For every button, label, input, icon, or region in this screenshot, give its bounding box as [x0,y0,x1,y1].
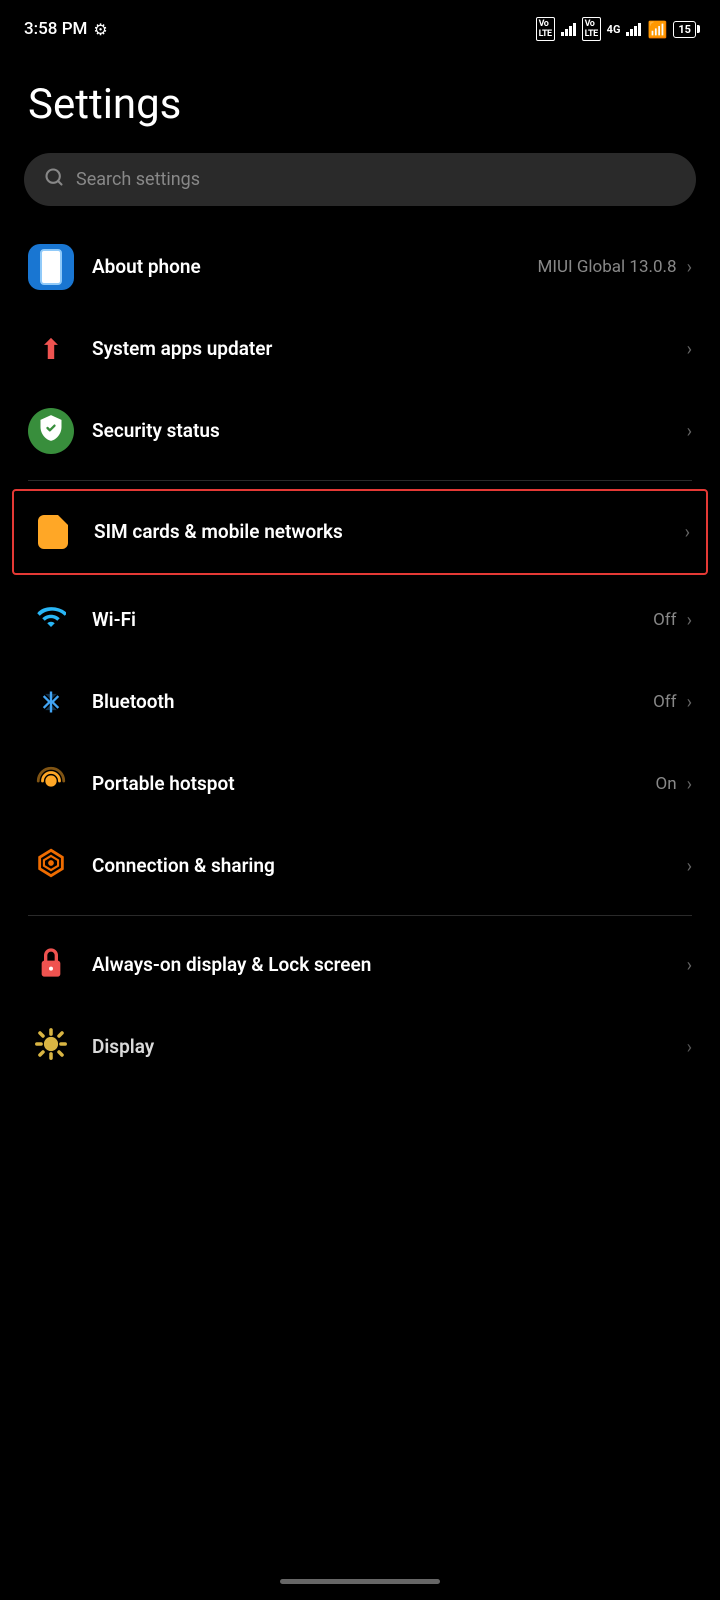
display-chevron: › [687,1037,692,1058]
settings-item-connection[interactable]: Connection & sharing › [0,825,720,907]
connection-chevron: › [687,856,692,877]
display-icon-container [28,1024,74,1070]
shield-icon [37,414,65,449]
hotspot-label: Portable hotspot [92,772,235,795]
bluetooth-chevron: › [687,692,692,713]
wifi-icon [36,602,66,639]
hotspot-icon [34,764,68,804]
search-bar[interactable]: Search settings [24,153,696,206]
about-phone-label: About phone [92,255,201,278]
sim-cards-label: SIM cards & mobile networks [94,520,343,543]
hotspot-chevron: › [687,774,692,795]
hotspot-right: On › [656,774,693,795]
connection-sharing-icon [34,846,68,886]
always-on-right: › [687,955,692,976]
bluetooth-right: Off › [653,692,692,713]
wifi-chevron: › [687,610,692,631]
security-status-icon-bg [28,408,74,454]
display-icon [34,1027,68,1067]
sim-cards-right: › [685,522,690,543]
bluetooth-value: Off [653,692,677,712]
always-on-content: Always-on display & Lock screen [92,953,687,978]
network-4g: 4G [607,23,621,36]
about-phone-right: MIUI Global 13.0.8 › [538,257,692,278]
search-icon [44,167,64,192]
display-content: Display [92,1035,687,1060]
settings-item-bluetooth[interactable]: Bluetooth Off › [0,661,720,743]
always-on-label: Always-on display & Lock screen [92,953,371,976]
bluetooth-content: Bluetooth [92,690,653,715]
settings-item-wifi[interactable]: Wi-Fi Off › [0,579,720,661]
settings-item-security-status[interactable]: Security status › [0,390,720,472]
hotspot-content: Portable hotspot [92,772,656,797]
wifi-right: Off › [653,610,692,631]
system-apps-chevron: › [687,339,692,360]
status-icons: VoLTE VoLTE 4G 📶 15 [536,17,696,41]
about-phone-icon [28,244,74,290]
hotspot-icon-container [28,761,74,807]
signal-bars-2 [626,22,641,36]
connection-label: Connection & sharing [92,854,275,877]
search-placeholder: Search settings [76,169,200,190]
search-container: Search settings [0,139,720,226]
connection-icon-container [28,843,74,889]
sim-cards-content: SIM cards & mobile networks [94,520,685,545]
battery-indicator: 15 [673,21,696,38]
divider-2 [28,915,692,916]
wifi-value: Off [653,610,677,630]
status-bar: 3:58 PM ⚙ VoLTE VoLTE 4G 📶 15 [0,0,720,50]
security-status-right: › [687,421,692,442]
bottom-bar [0,1567,720,1600]
connection-right: › [687,856,692,877]
security-status-content: Security status [92,419,687,444]
settings-item-hotspot[interactable]: Portable hotspot On › [0,743,720,825]
connection-content: Connection & sharing [92,854,687,879]
page-header: Settings [0,50,720,139]
bluetooth-label: Bluetooth [92,690,174,713]
gear-icon: ⚙ [93,20,107,39]
wifi-content: Wi-Fi [92,608,653,633]
system-apps-label: System apps updater [92,337,272,360]
settings-list: About phone MIUI Global 13.0.8 › ⬆ Syste… [0,226,720,1088]
settings-item-always-on[interactable]: Always-on display & Lock screen › [0,924,720,1006]
volte-badge-2: VoLTE [582,17,601,41]
settings-item-about-phone[interactable]: About phone MIUI Global 13.0.8 › [0,226,720,308]
lock-icon [35,944,67,986]
settings-item-sim-cards[interactable]: SIM cards & mobile networks › [12,489,708,575]
sim-cards-icon [30,509,76,555]
display-label: Display [92,1035,154,1058]
wifi-label: Wi-Fi [92,608,136,631]
volte-badge-1: VoLTE [536,17,555,41]
settings-item-system-apps[interactable]: ⬆ System apps updater › [0,308,720,390]
hotspot-value: On [656,774,677,794]
wifi-icon-container [28,597,74,643]
about-phone-value: MIUI Global 13.0.8 [538,257,677,277]
display-right: › [687,1037,692,1058]
home-indicator [280,1579,440,1584]
always-on-icon-container [28,942,74,988]
sim-cards-chevron: › [685,522,690,543]
bluetooth-icon-container [28,679,74,725]
system-apps-content: System apps updater [92,337,687,362]
about-phone-chevron: › [687,257,692,278]
sim-shape-icon [38,515,68,549]
divider-1 [28,480,692,481]
wifi-status-icon: 📶 [647,20,667,39]
about-phone-content: About phone [92,255,538,280]
system-apps-right: › [687,339,692,360]
signal-bars-1 [561,22,576,36]
system-apps-icon: ⬆ [28,326,74,372]
page-title: Settings [28,80,692,129]
security-status-label: Security status [92,419,220,442]
status-time: 3:58 PM ⚙ [24,19,108,39]
always-on-chevron: › [687,955,692,976]
security-status-chevron: › [687,421,692,442]
settings-item-display[interactable]: Display › [0,1006,720,1088]
arrow-up-icon: ⬆ [39,333,62,366]
